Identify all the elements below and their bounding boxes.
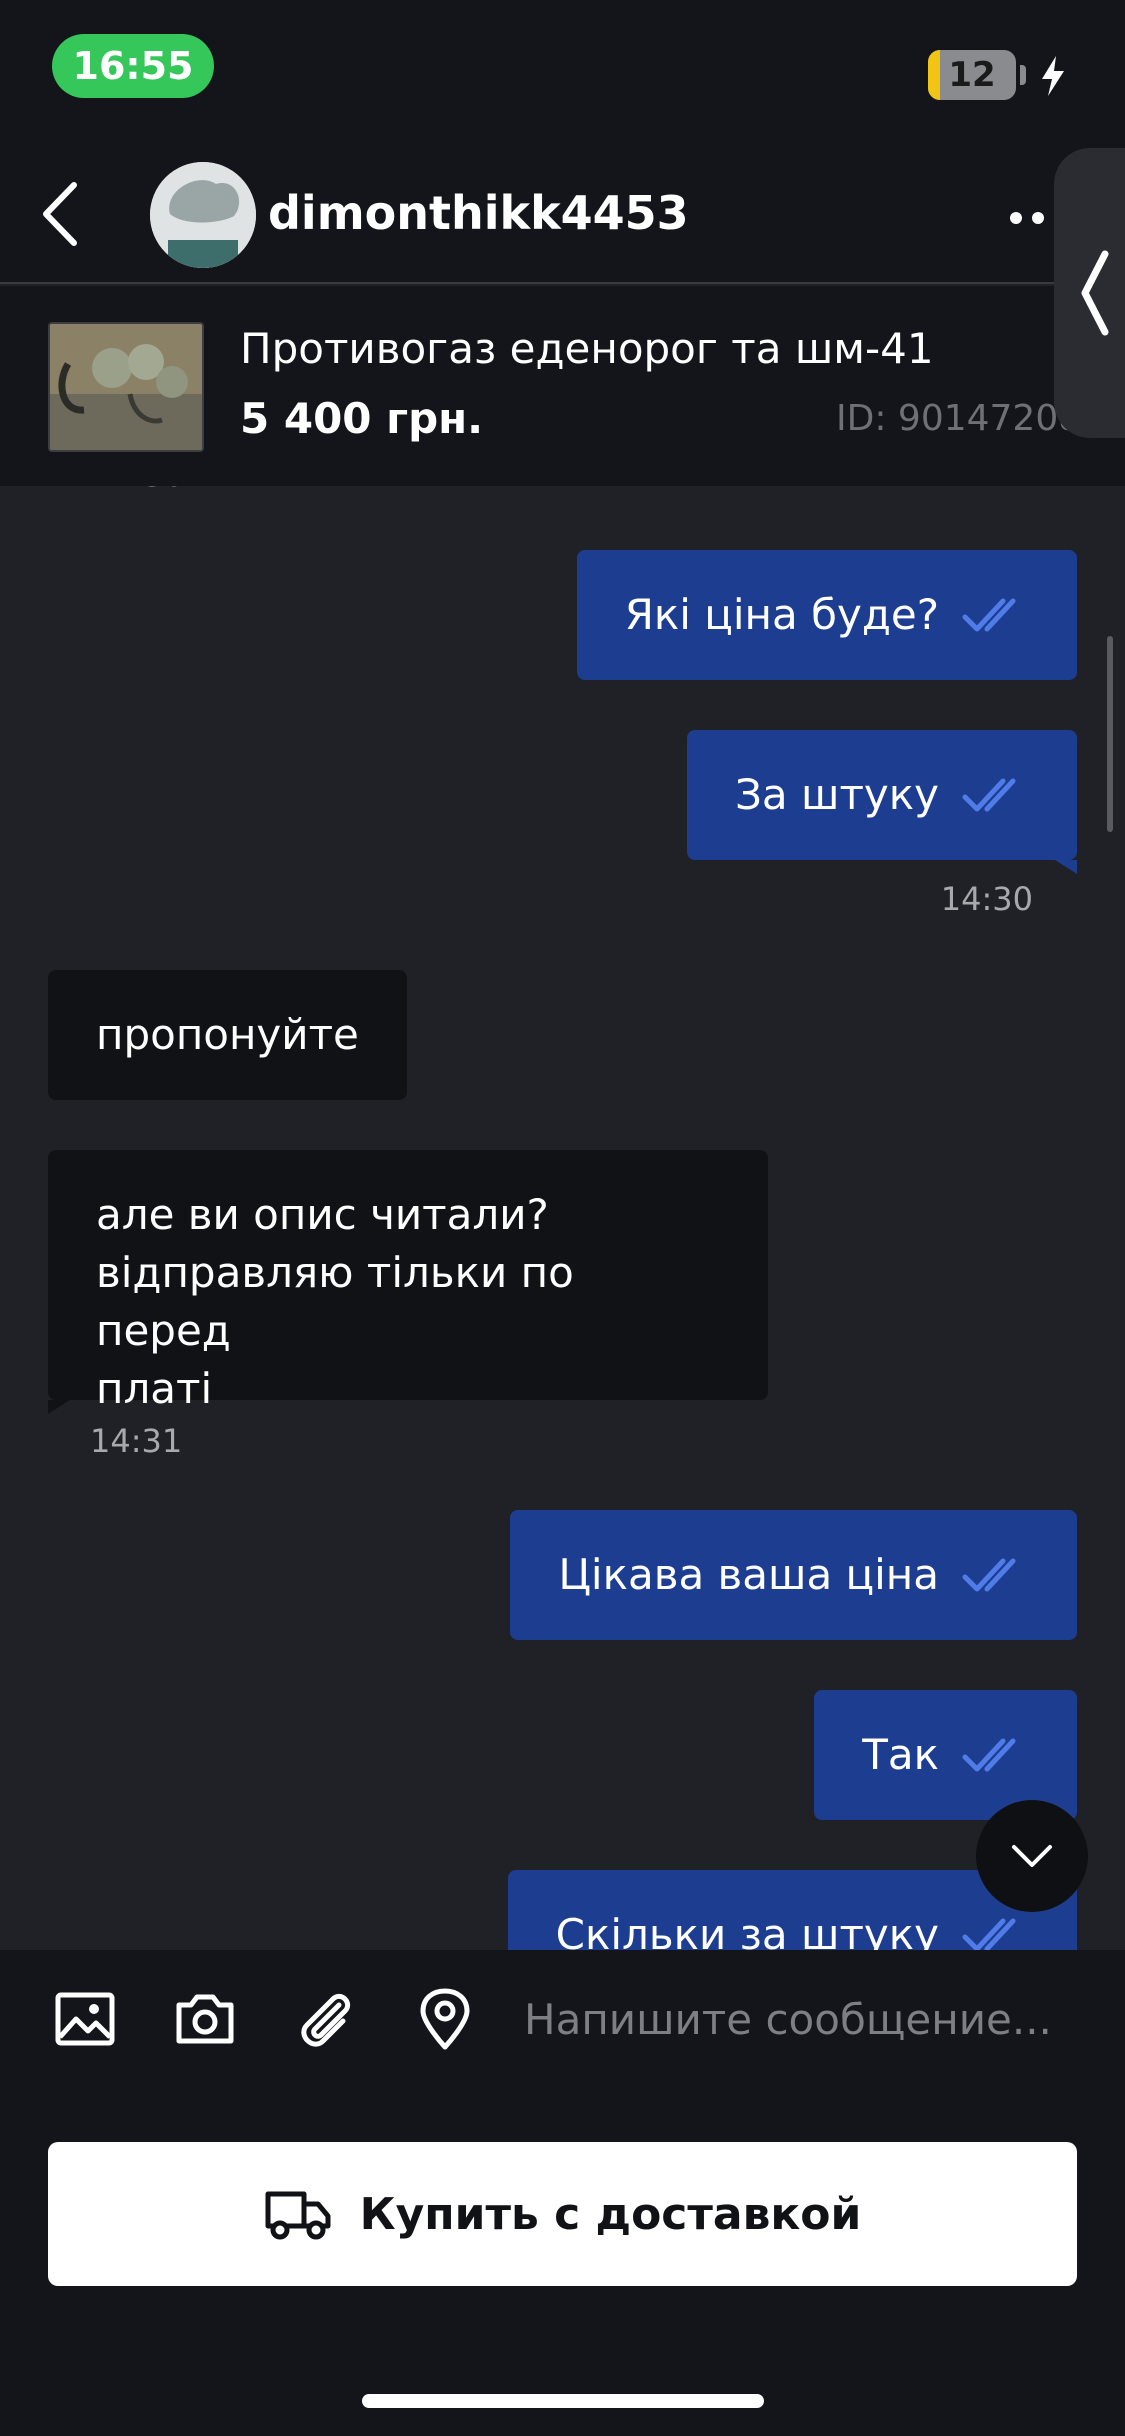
message-text-line: відправляю тільки по перед bbox=[96, 1248, 574, 1355]
chat-username[interactable]: dimonthikk4453 bbox=[268, 186, 689, 240]
attachment-icon bbox=[301, 1993, 351, 2047]
bolt-icon bbox=[1042, 56, 1064, 96]
bubble-tail bbox=[1055, 860, 1077, 874]
listing-card[interactable]: Противогаз еденорог та шм-41 5 400 грн. … bbox=[0, 286, 1125, 486]
timestamp: 14:30 bbox=[940, 880, 1033, 918]
message-text-line: платі bbox=[96, 1364, 213, 1413]
battery-icon: 12 bbox=[928, 50, 1016, 100]
chevron-left-icon bbox=[43, 182, 77, 246]
listing-thumbnail[interactable] bbox=[48, 322, 204, 452]
timestamp: 14:31 bbox=[90, 1422, 183, 1460]
delivery-truck-icon bbox=[265, 2191, 331, 2240]
bubble-tail bbox=[48, 1400, 70, 1414]
camera-button[interactable] bbox=[170, 1984, 240, 2054]
status-bar: 16:55 12 bbox=[0, 0, 1125, 140]
double-check-icon bbox=[962, 598, 1016, 632]
chat-header: dimonthikk4453 bbox=[0, 140, 1125, 284]
avatar-image bbox=[150, 162, 256, 268]
double-check-icon bbox=[962, 1558, 1016, 1592]
chevron-down-icon bbox=[1012, 1845, 1052, 1867]
battery-tip bbox=[1020, 65, 1026, 85]
message-text: Цікава ваша ціна bbox=[558, 1550, 939, 1599]
listing-title: Противогаз еденорог та шм-41 bbox=[240, 324, 934, 373]
double-check-icon bbox=[962, 1918, 1016, 1950]
home-indicator[interactable] bbox=[362, 2394, 764, 2408]
timestamp: 14:30 bbox=[92, 486, 184, 494]
attach-image-button[interactable] bbox=[50, 1984, 120, 2054]
message-bubble-outgoing[interactable]: За штуку bbox=[687, 730, 1077, 860]
side-panel-handle[interactable] bbox=[1054, 148, 1125, 438]
double-check-icon bbox=[962, 1738, 1016, 1772]
message-text: Скільки за штуку bbox=[555, 1910, 939, 1950]
message-input[interactable] bbox=[524, 1976, 1084, 2062]
message-text: За штуку bbox=[735, 770, 939, 819]
image-icon bbox=[55, 1992, 115, 2046]
chevron-left-icon bbox=[1081, 250, 1109, 336]
more-dots-icon bbox=[1010, 212, 1022, 224]
double-check-icon bbox=[962, 778, 1016, 812]
back-button[interactable] bbox=[30, 174, 90, 254]
composer-bar: Купить с доставкой bbox=[0, 1950, 1125, 2436]
attach-file-button[interactable] bbox=[290, 1984, 360, 2054]
scroll-to-bottom-button[interactable] bbox=[976, 1800, 1088, 1912]
avatar[interactable] bbox=[150, 162, 256, 268]
battery-level: 12 bbox=[948, 55, 996, 95]
chat-screen: 16:55 12 dimonthikk4453 Противогаз едено… bbox=[0, 0, 1125, 2436]
location-pin-icon bbox=[420, 1988, 470, 2050]
listing-price: 5 400 грн. bbox=[240, 394, 484, 443]
message-bubble-outgoing[interactable]: Цікава ваша ціна bbox=[510, 1510, 1077, 1640]
more-dot bbox=[1032, 212, 1044, 224]
buy-with-delivery-button[interactable]: Купить с доставкой bbox=[48, 2142, 1077, 2286]
message-bubble-incoming[interactable]: пропонуйте bbox=[48, 970, 407, 1100]
buy-button-label: Купить с доставкой bbox=[359, 2188, 862, 2240]
message-text: Які ціна буде? bbox=[624, 590, 939, 639]
message-list[interactable]: 14:30 Які ціна буде? За штуку 14:30 проп… bbox=[0, 486, 1125, 1950]
battery-level-fill bbox=[928, 50, 940, 100]
message-text: Так bbox=[862, 1730, 939, 1779]
share-location-button[interactable] bbox=[410, 1984, 480, 2054]
message-bubble-outgoing[interactable]: Які ціна буде? bbox=[576, 550, 1077, 680]
gas-mask-photo bbox=[50, 324, 202, 450]
scrollbar[interactable] bbox=[1107, 636, 1113, 832]
camera-icon bbox=[176, 1994, 234, 2044]
message-bubble-incoming[interactable]: але ви опис читали? відправляю тільки по… bbox=[48, 1150, 768, 1413]
message-text-line: але ви опис читали? bbox=[96, 1190, 549, 1239]
status-time: 16:55 bbox=[52, 34, 214, 98]
message-text: пропонуйте bbox=[96, 1010, 359, 1059]
